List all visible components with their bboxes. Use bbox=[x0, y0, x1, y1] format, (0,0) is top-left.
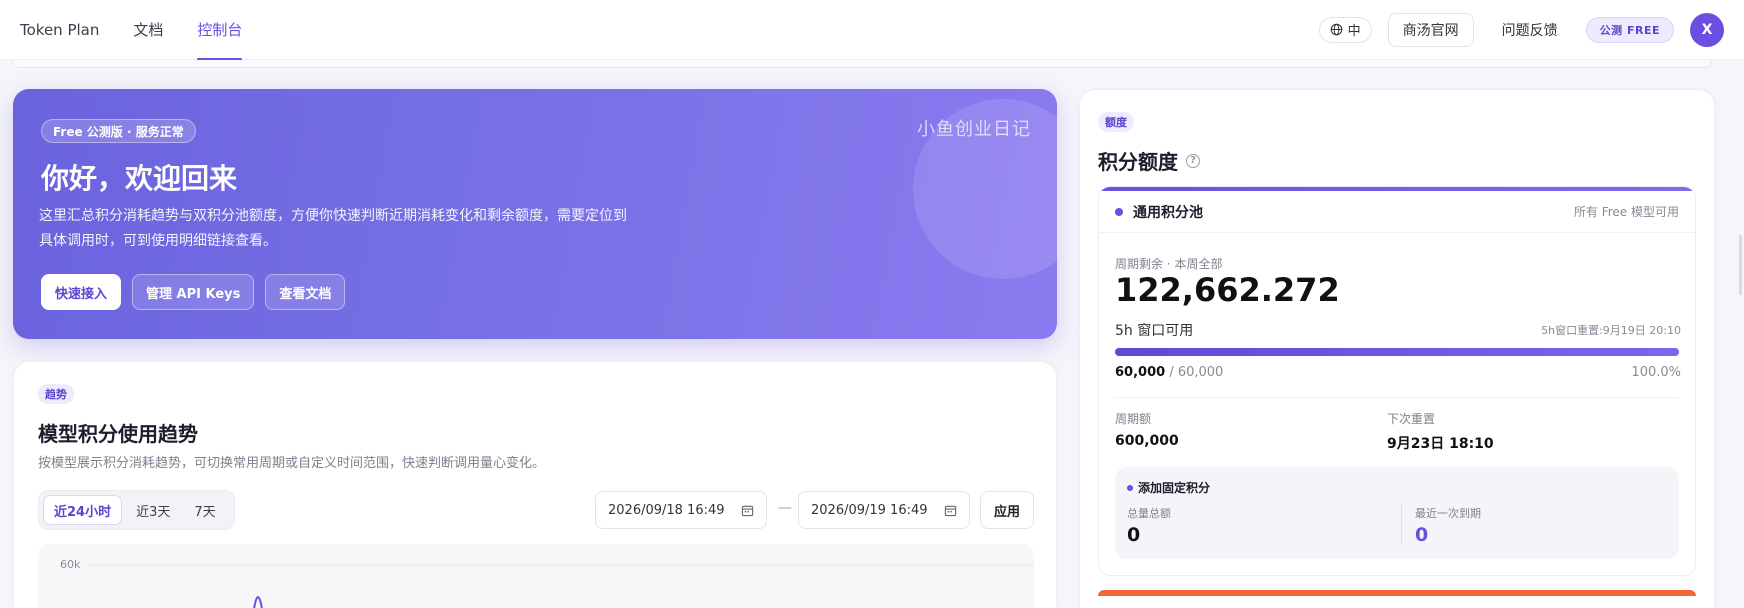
date-to-value: 2026/09/19 16:49 bbox=[811, 502, 928, 518]
page-scrollbar[interactable] bbox=[1739, 235, 1742, 295]
window-total: / 60,000 bbox=[1169, 365, 1224, 380]
next-reset-label: 下次重置 bbox=[1387, 412, 1436, 426]
date-from-input[interactable]: 2026/09/18 16:49 bbox=[595, 491, 767, 529]
date-separator: — bbox=[778, 500, 792, 516]
fixed-divider bbox=[1401, 503, 1402, 545]
fixed-credits-title-text: 添加固定积分 bbox=[1138, 481, 1211, 495]
remain-label: 周期剩余 · 本周全部 bbox=[1115, 257, 1223, 271]
trend-chart: 60k bbox=[38, 544, 1034, 608]
fixed-total-value: 0 bbox=[1127, 524, 1141, 546]
view-docs-button[interactable]: 查看文档 bbox=[265, 274, 346, 310]
fixed-total-label: 总量总额 bbox=[1127, 507, 1171, 520]
credits-tag: 额度 bbox=[1098, 112, 1134, 132]
range-tab-3d[interactable]: 近3天 bbox=[126, 495, 180, 525]
cycle-value: 600,000 bbox=[1115, 433, 1179, 449]
cycle-label: 周期额 bbox=[1115, 412, 1152, 426]
avatar[interactable]: X bbox=[1690, 12, 1724, 47]
fixed-recent-value: 0 bbox=[1415, 524, 1429, 546]
window-used: 60,000 bbox=[1115, 365, 1166, 380]
apply-button[interactable]: 应用 bbox=[980, 491, 1034, 529]
top-nav: Token Plan 文档 控制台 中 商汤官网 问题反馈 公测 FREE X bbox=[0, 0, 1744, 60]
window-usage: 60,000 / 60,000 bbox=[1115, 365, 1223, 380]
window-progress-fill bbox=[1115, 348, 1679, 356]
next-reset-value: 9月23日 18:10 bbox=[1387, 436, 1494, 452]
trend-title: 模型积分使用趋势 bbox=[38, 422, 198, 446]
trend-chart-lines bbox=[90, 564, 1034, 608]
calendar-icon bbox=[741, 505, 754, 516]
window-reset-time: 5h窗口重置:9月19日 20:10 bbox=[1541, 324, 1681, 337]
help-icon[interactable]: ? bbox=[1186, 153, 1200, 168]
window-progress-bar bbox=[1115, 348, 1679, 356]
nav-item-console[interactable]: 控制台 bbox=[197, 0, 243, 60]
language-label: 中 bbox=[1347, 24, 1361, 39]
credits-title: 积分额度 ? bbox=[1098, 146, 1200, 175]
date-to-input[interactable]: 2026/09/19 16:49 bbox=[798, 491, 970, 529]
pool-dot-icon bbox=[1115, 207, 1123, 216]
range-tab-24h[interactable]: 近24小时 bbox=[43, 495, 123, 525]
fixed-credits-title: 添加固定积分 bbox=[1127, 479, 1210, 496]
fixed-total: 总量总额 0 bbox=[1127, 505, 1171, 546]
cycle-stat: 周期额 600,000 bbox=[1115, 410, 1179, 449]
range-tab-7d[interactable]: 7天 bbox=[184, 495, 225, 525]
language-switch[interactable]: 中 bbox=[1318, 16, 1372, 43]
nav-brand[interactable]: Token Plan bbox=[20, 0, 99, 60]
service-status-badge: Free 公测版 · 服务正常 bbox=[41, 119, 196, 143]
fixed-recent-label: 最近一次到期 bbox=[1415, 507, 1481, 520]
trend-tag: 趋势 bbox=[38, 384, 74, 404]
fixed-recent: 最近一次到期 0 bbox=[1415, 505, 1481, 546]
hero-title: 你好，欢迎回来 bbox=[41, 162, 238, 195]
date-from-value: 2026/09/18 16:49 bbox=[608, 502, 725, 518]
hero-description: 这里汇总积分消耗趋势与双积分池额度，方便你快速判断近期消耗变化和剩余额度，需要定… bbox=[39, 208, 627, 249]
fixed-dot-icon bbox=[1127, 484, 1133, 491]
general-pool-card: 通用积分池 所有 Free 模型可用 周期剩余 · 本周全部 122,662.2… bbox=[1098, 186, 1696, 576]
window-percent: 100.0% bbox=[1631, 365, 1681, 380]
manage-api-keys-button[interactable]: 管理 API Keys bbox=[132, 274, 255, 310]
next-reset-stat: 下次重置 9月23日 18:10 bbox=[1387, 410, 1494, 453]
divider bbox=[1115, 397, 1679, 398]
quick-start-button[interactable]: 快速接入 bbox=[41, 274, 122, 310]
nav-item-docs[interactable]: 文档 bbox=[133, 0, 163, 60]
pool-header: 通用积分池 所有 Free 模型可用 bbox=[1099, 191, 1695, 233]
feedback-link[interactable]: 问题反馈 bbox=[1502, 20, 1558, 40]
pool-name: 通用积分池 bbox=[1133, 204, 1203, 221]
credits-panel: 额度 积分额度 ? 通用积分池 所有 Free 模型可用 周期剩余 · 本周全部… bbox=[1079, 89, 1715, 608]
pool-note: 所有 Free 模型可用 bbox=[1573, 205, 1679, 219]
series-line bbox=[253, 596, 263, 608]
range-tabs: 近24小时 近3天 7天 bbox=[38, 490, 235, 530]
sub-toolbar bbox=[12, 60, 1712, 68]
window-label: 5h 窗口可用 bbox=[1115, 323, 1194, 339]
plan-badge: 公测 FREE bbox=[1585, 16, 1674, 43]
hero-watermark: 小鱼创业日记 bbox=[917, 119, 1031, 140]
official-site-button[interactable]: 商汤官网 bbox=[1387, 12, 1474, 47]
welcome-hero: 小鱼创业日记 Free 公测版 · 服务正常 你好，欢迎回来 这里汇总积分消耗趋… bbox=[13, 89, 1057, 339]
trend-subtitle: 按模型展示积分消耗趋势，可切换常用周期或自定义时间范围，快速判断调用量心变化。 bbox=[38, 456, 546, 471]
next-pool-card-edge bbox=[1098, 590, 1696, 596]
nav-left: Token Plan 文档 控制台 bbox=[0, 0, 276, 60]
hero-actions: 快速接入 管理 API Keys 查看文档 bbox=[41, 274, 356, 310]
usage-trend-card: 趋势 模型积分使用趋势 按模型展示积分消耗趋势，可切换常用周期或自定义时间范围，… bbox=[13, 361, 1057, 608]
calendar-icon bbox=[944, 505, 957, 516]
remain-value: 122,662.272 bbox=[1115, 271, 1340, 309]
nav-right: 中 商汤官网 问题反馈 公测 FREE X bbox=[1318, 12, 1744, 47]
fixed-credits-box: 添加固定积分 总量总额 0 最近一次到期 0 bbox=[1115, 467, 1679, 559]
globe-icon bbox=[1330, 23, 1342, 36]
credits-title-text: 积分额度 bbox=[1098, 150, 1178, 174]
